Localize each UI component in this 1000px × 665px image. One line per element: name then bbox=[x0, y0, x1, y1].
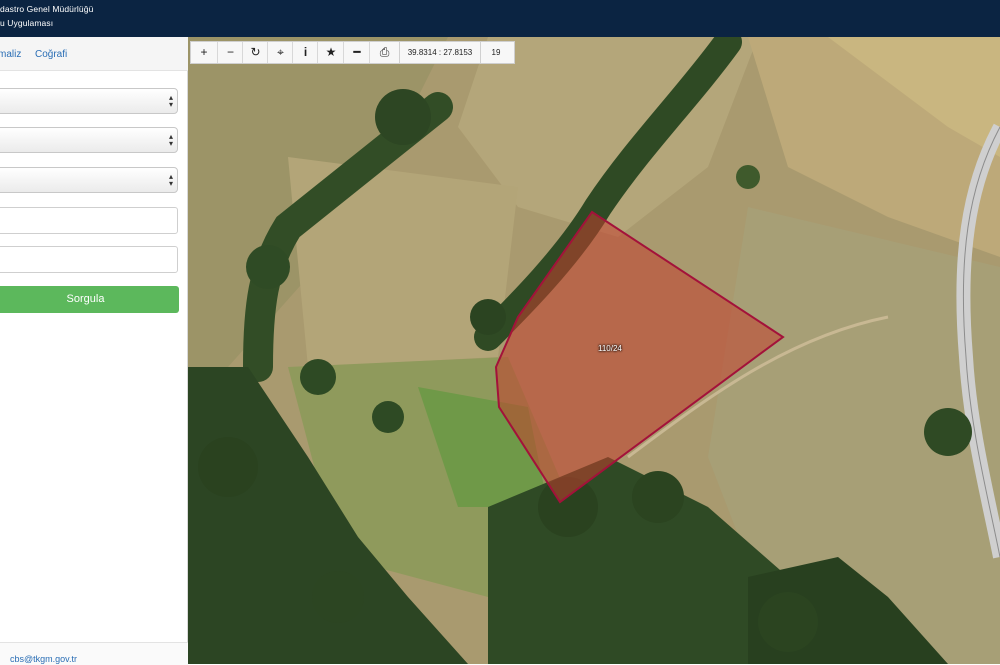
header-title: dastro Genel Müdürlüğü bbox=[0, 4, 94, 14]
parcel-number-input[interactable] bbox=[0, 246, 178, 273]
select-arrows-icon: ▴ ▾ bbox=[168, 93, 173, 109]
block-number-input[interactable] bbox=[0, 207, 178, 234]
query-button[interactable]: Sorgula bbox=[0, 286, 179, 313]
sidebar-footer: cbs@tkgm.gov.tr bbox=[0, 642, 188, 665]
tab-cografi[interactable]: Coğrafi bbox=[35, 49, 67, 60]
zoom-level: 19 bbox=[491, 48, 501, 57]
crosshair-icon[interactable]: ⌖ bbox=[267, 42, 293, 63]
contact-email-link[interactable]: cbs@tkgm.gov.tr bbox=[10, 654, 77, 664]
plus-icon[interactable]: + bbox=[191, 42, 217, 63]
minus-icon[interactable]: − bbox=[217, 42, 243, 63]
province-select[interactable]: ▴ ▾ bbox=[0, 88, 178, 114]
ruler-icon[interactable]: ━ bbox=[343, 42, 370, 63]
parcel-number-label: 110/24 bbox=[598, 344, 622, 353]
sidebar-tabs: maliz Coğrafi bbox=[0, 37, 188, 71]
query-sidebar: maliz Coğrafi ▴ ▾ ▴ ▾ ▴ ▾ Sorgula cbs@tkgm.… bbox=[0, 37, 188, 665]
district-select[interactable]: ▴ ▾ bbox=[0, 127, 178, 153]
refresh-icon[interactable]: ↻ bbox=[242, 42, 268, 63]
map-toolbar: + − ↻ ⌖ i ★ ━ ⎙ 39.8314 : 27.8153 19 bbox=[190, 41, 515, 64]
neighborhood-select[interactable]: ▴ ▾ bbox=[0, 167, 178, 193]
info-icon[interactable]: i bbox=[292, 42, 318, 63]
header-subtitle: u Uygulaması bbox=[0, 18, 54, 28]
select-arrows-icon: ▴ ▾ bbox=[168, 132, 173, 148]
printer-icon[interactable]: ⎙ bbox=[369, 42, 399, 63]
app-header: dastro Genel Müdürlüğü u Uygulaması bbox=[0, 0, 1000, 37]
satellite-imagery bbox=[188, 37, 1000, 664]
star-icon[interactable]: ★ bbox=[317, 42, 344, 63]
map-view[interactable] bbox=[188, 37, 1000, 664]
select-arrows-icon: ▴ ▾ bbox=[168, 172, 173, 188]
tab-analiz[interactable]: maliz bbox=[0, 49, 21, 60]
coordinate-readout: 39.8314 : 27.8153 bbox=[399, 42, 481, 63]
